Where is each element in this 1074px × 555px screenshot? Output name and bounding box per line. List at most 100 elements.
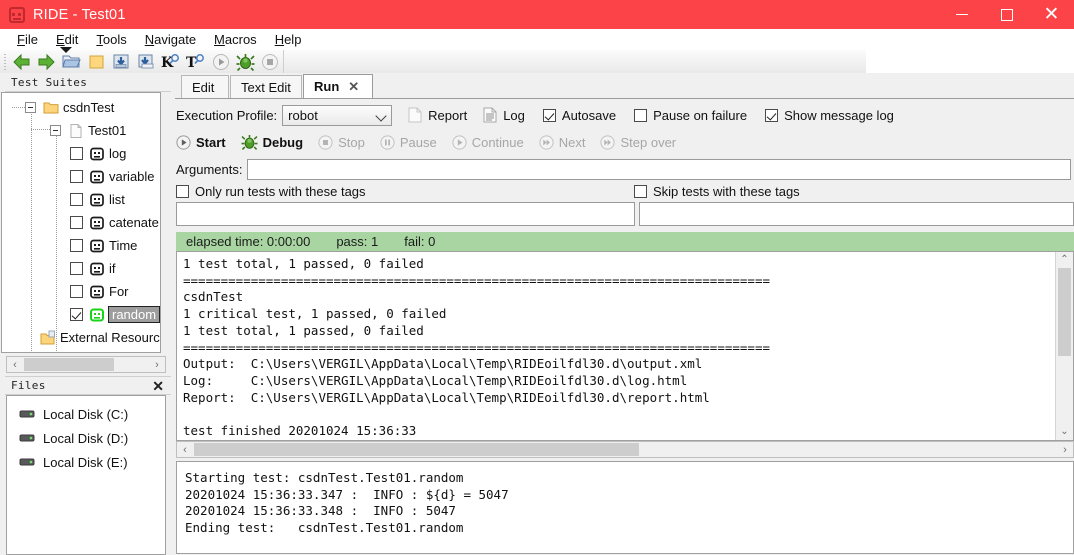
tree-item-checkbox[interactable]: [70, 262, 83, 275]
scroll-left-icon[interactable]: ‹: [7, 359, 23, 371]
skip-tags-input[interactable]: [639, 202, 1074, 226]
scroll-right-icon[interactable]: ›: [1057, 444, 1073, 456]
menu-tools[interactable]: Tools: [87, 32, 135, 47]
expander-icon[interactable]: [25, 102, 36, 113]
list-item[interactable]: Local Disk (C:): [7, 402, 165, 426]
console-output-panel[interactable]: 1 test total, 1 passed, 0 failed =======…: [176, 251, 1074, 441]
tree-item-checkbox[interactable]: [70, 170, 83, 183]
menu-navigate[interactable]: Navigate: [136, 32, 205, 47]
new-folder-icon[interactable]: [84, 51, 109, 73]
fail-count: fail: 0: [404, 234, 436, 249]
forward-icon[interactable]: [34, 51, 59, 73]
arguments-input[interactable]: [247, 159, 1071, 180]
minimize-button[interactable]: [939, 0, 984, 29]
robot-icon: [9, 6, 25, 23]
tab-text-edit[interactable]: Text Edit: [230, 75, 302, 98]
only-run-tags-checkbox[interactable]: Only run tests with these tags: [176, 184, 366, 199]
tab-edit[interactable]: Edit: [181, 75, 229, 98]
test-suites-tree[interactable]: csdnTest Test01 log variable list catena…: [1, 92, 161, 353]
window-controls: ✕: [939, 0, 1074, 29]
menu-macros[interactable]: Macros: [205, 32, 266, 47]
message-log-panel[interactable]: Starting test: csdnTest.Test01.random 20…: [176, 461, 1074, 554]
tree-item-For[interactable]: For: [2, 280, 160, 303]
tree-item-checkbox[interactable]: [70, 216, 83, 229]
skip-tags-checkbox[interactable]: Skip tests with these tags: [634, 184, 800, 199]
folder-icon: [43, 102, 59, 113]
scrollbar-track[interactable]: [640, 443, 1057, 456]
scrollbar-thumb[interactable]: [194, 443, 639, 456]
tree-item-variable[interactable]: variable: [2, 165, 160, 188]
tree-item-catenate[interactable]: catenate: [2, 211, 160, 234]
test-suites-title: Test Suites: [11, 75, 88, 89]
pause-on-failure-checkbox[interactable]: Pause on failure: [634, 108, 747, 123]
debug-icon[interactable]: [233, 51, 258, 73]
maximize-button[interactable]: [984, 0, 1029, 29]
tree-item-checkbox[interactable]: [70, 308, 83, 321]
execution-profile-select[interactable]: robot: [282, 104, 393, 126]
tree-item-random[interactable]: random: [2, 303, 160, 326]
console-vertical-scrollbar[interactable]: ⌃ ⌄: [1055, 252, 1073, 440]
tree-horizontal-scrollbar[interactable]: ‹ ›: [6, 356, 166, 373]
close-icon[interactable]: ✕: [152, 379, 164, 393]
tree-item-checkbox[interactable]: [70, 285, 83, 298]
tree-item-checkbox[interactable]: [70, 147, 83, 160]
menu-bar: File Edit Tools Navigate Macros Help: [0, 29, 1074, 50]
close-icon[interactable]: ✕: [1029, 0, 1074, 29]
open-folder-icon[interactable]: [59, 51, 84, 73]
tree-item-if[interactable]: if: [2, 257, 160, 280]
start-button[interactable]: Start: [176, 135, 226, 150]
files-panel-header: Files ✕: [5, 376, 171, 395]
scroll-right-icon[interactable]: ›: [149, 359, 165, 371]
tab-close-icon[interactable]: ✕: [348, 79, 359, 95]
tree-item-Time[interactable]: Time: [2, 234, 160, 257]
save-all-icon[interactable]: [134, 51, 159, 73]
tree-item-checkbox[interactable]: [70, 193, 83, 206]
tree-item-external-resources[interactable]: External Resources: [2, 326, 160, 349]
menu-file[interactable]: File: [8, 32, 47, 47]
files-list[interactable]: Local Disk (C:) Local Disk (D:) Local Di…: [6, 395, 166, 555]
debug-button[interactable]: Debug: [241, 134, 303, 150]
tab-run[interactable]: Run ✕: [303, 74, 373, 98]
list-item[interactable]: Local Disk (D:): [7, 426, 165, 450]
log-button[interactable]: Log: [483, 107, 525, 123]
toolbar-overflow-icon[interactable]: [60, 47, 72, 53]
run-controls-row: Start Debug Stop Pause Continue Next Ste…: [176, 131, 691, 153]
scroll-up-icon[interactable]: ⌃: [1060, 252, 1068, 268]
expander-icon[interactable]: [50, 125, 61, 136]
toolbar: K T: [0, 50, 284, 74]
console-horizontal-scrollbar[interactable]: ‹ ›: [176, 441, 1074, 458]
tree-item-Test01[interactable]: Test01: [2, 119, 160, 142]
toolbar-right-filler: [866, 50, 1074, 73]
play-icon: [452, 134, 467, 150]
show-message-log-checkbox[interactable]: Show message log: [765, 108, 894, 123]
log-icon: [483, 107, 497, 123]
scroll-down-icon[interactable]: ⌄: [1060, 424, 1068, 440]
report-button[interactable]: Report: [408, 107, 467, 123]
scrollbar-thumb[interactable]: [1058, 268, 1071, 356]
search-keyword-icon[interactable]: K: [159, 51, 184, 73]
title-bar: RIDE - Test01 ✕: [0, 0, 1074, 29]
back-icon[interactable]: [9, 51, 34, 73]
stop-icon[interactable]: [258, 51, 283, 73]
list-item[interactable]: Local Disk (E:): [7, 450, 165, 474]
tree-item-label: For: [109, 284, 129, 299]
robot-icon: [90, 239, 104, 252]
menu-help[interactable]: Help: [266, 32, 311, 47]
checkbox-box: [176, 185, 189, 198]
run-icon[interactable]: [208, 51, 233, 73]
only-run-tags-input[interactable]: [176, 202, 635, 226]
scrollbar-track[interactable]: [115, 358, 149, 371]
save-icon[interactable]: [109, 51, 134, 73]
tree-item-list[interactable]: list: [2, 188, 160, 211]
scrollbar-thumb[interactable]: [24, 358, 114, 371]
tag-inputs-row: [176, 202, 1074, 228]
toolbar-grip[interactable]: [1, 51, 9, 72]
tree-item-log[interactable]: log: [2, 142, 160, 165]
window-title: RIDE - Test01: [33, 6, 126, 23]
autosave-checkbox[interactable]: Autosave: [542, 108, 616, 123]
menu-edit[interactable]: Edit: [47, 32, 87, 47]
scroll-left-icon[interactable]: ‹: [177, 444, 193, 456]
search-tests-icon[interactable]: T: [183, 51, 208, 73]
tree-item-checkbox[interactable]: [70, 239, 83, 252]
tree-item-csdnTest[interactable]: csdnTest: [2, 96, 160, 119]
